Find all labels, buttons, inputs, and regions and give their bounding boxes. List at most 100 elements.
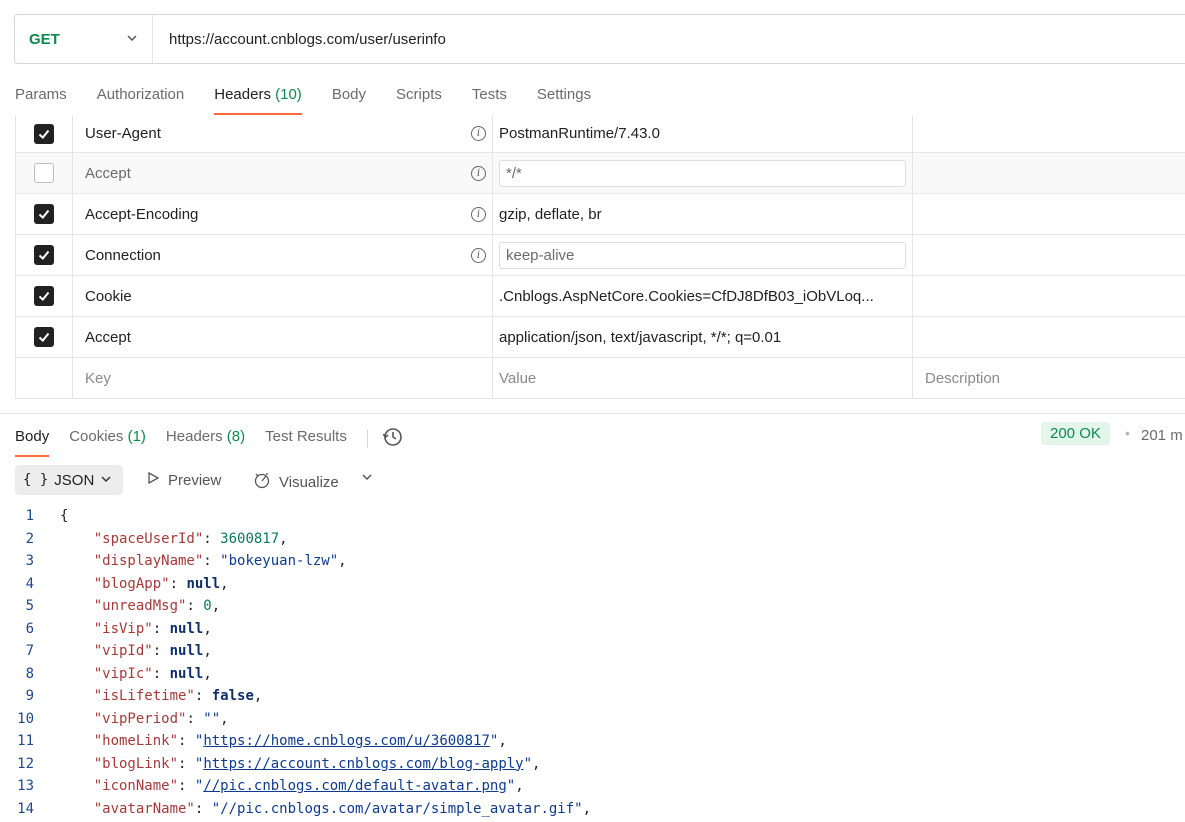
tab-response-cookies[interactable]: Cookies (1): [69, 428, 146, 457]
visualize-icon: [253, 471, 271, 493]
header-key[interactable]: Cookie: [85, 288, 132, 305]
header-row: Accept i */*: [16, 153, 1185, 194]
method-select[interactable]: GET: [15, 15, 153, 63]
chevron-down-icon: [126, 32, 138, 47]
line-number: 13: [17, 778, 34, 795]
tab-headers[interactable]: Headers (10): [214, 86, 302, 115]
header-checkbox[interactable]: [34, 327, 54, 347]
header-description[interactable]: [913, 276, 1185, 316]
code-line: 13 "iconName": "//pic.cnblogs.com/defaul…: [0, 775, 1185, 798]
url-input[interactable]: https://account.cnblogs.com/user/userinf…: [153, 31, 446, 48]
header-value[interactable]: */*: [499, 159, 906, 187]
code-line: 3 "displayName": "bokeyuan-lzw",: [0, 550, 1185, 573]
header-description[interactable]: [913, 153, 1185, 193]
header-description[interactable]: [913, 317, 1185, 357]
line-number: 14: [17, 800, 34, 817]
separator: [366, 430, 368, 448]
header-key[interactable]: Accept-Encoding: [85, 206, 198, 223]
play-icon: [146, 471, 160, 489]
response-time[interactable]: 201 m: [1141, 427, 1183, 444]
header-value[interactable]: .Cnblogs.AspNetCore.Cookies=CfDJ8DfB03_i…: [499, 288, 874, 305]
info-icon[interactable]: i: [471, 247, 486, 263]
header-checkbox[interactable]: [34, 163, 54, 183]
pane-divider[interactable]: [0, 413, 1185, 414]
history-icon[interactable]: [382, 426, 404, 452]
tab-response-body[interactable]: Body: [15, 428, 50, 457]
chevron-down-icon: [100, 472, 112, 489]
code-line: 14 "avatarName": "//pic.cnblogs.com/avat…: [0, 798, 1185, 821]
line-number: 9: [25, 688, 34, 705]
code-line: 9 "isLifetime": false,: [0, 685, 1185, 708]
header-description[interactable]: [913, 235, 1185, 275]
header-description[interactable]: [913, 194, 1185, 234]
info-icon[interactable]: i: [471, 206, 486, 222]
line-number: 11: [17, 733, 34, 750]
dot-separator: •: [1125, 425, 1130, 441]
tab-params[interactable]: Params: [15, 86, 67, 115]
new-key-input[interactable]: Key: [85, 370, 111, 387]
code-line: 2 "spaceUserId": 3600817,: [0, 528, 1185, 551]
request-tabs: Params Authorization Headers (10) Body S…: [15, 86, 621, 115]
line-number: 2: [25, 530, 34, 547]
info-icon[interactable]: i: [471, 126, 486, 141]
header-row: Accept application/json, text/javascript…: [16, 317, 1185, 358]
header-checkbox[interactable]: [34, 286, 54, 306]
method-label: GET: [29, 30, 60, 48]
home-link[interactable]: https://home.cnblogs.com/u/3600817: [203, 733, 490, 749]
status-badge[interactable]: 200 OK: [1041, 422, 1110, 445]
header-row: Connection i keep-alive: [16, 235, 1185, 276]
response-tabs: Body Cookies (1) Headers (8) Test Result…: [15, 426, 404, 458]
braces-icon: { }: [23, 472, 49, 488]
code-line: 11 "homeLink": " https://home.cnblogs.com…: [0, 730, 1185, 753]
code-line: 1{: [0, 505, 1185, 528]
header-checkbox[interactable]: [34, 123, 54, 144]
line-number: 3: [25, 553, 34, 570]
code-line: 7 "vipId": null,: [0, 640, 1185, 663]
line-number: 5: [25, 598, 34, 615]
header-value[interactable]: keep-alive: [499, 241, 906, 269]
icon-link[interactable]: //pic.cnblogs.com/default-avatar.png: [203, 778, 506, 794]
header-description[interactable]: [913, 115, 1185, 152]
line-number: 12: [17, 755, 34, 772]
header-value[interactable]: gzip, deflate, br: [499, 206, 602, 223]
tab-scripts[interactable]: Scripts: [396, 86, 442, 115]
new-description-input[interactable]: Description: [925, 370, 1000, 387]
header-value[interactable]: PostmanRuntime/7.43.0: [499, 125, 660, 142]
header-key[interactable]: Accept: [85, 329, 131, 346]
line-number: 4: [25, 575, 34, 592]
blog-link[interactable]: https://account.cnblogs.com/blog-apply: [203, 756, 523, 772]
code-line: 10 "vipPeriod": "",: [0, 708, 1185, 731]
tab-authorization[interactable]: Authorization: [97, 86, 185, 115]
info-icon[interactable]: i: [471, 165, 486, 181]
header-key[interactable]: User-Agent: [85, 125, 161, 142]
code-line: 12 "blogLink": " https://account.cnblogs.…: [0, 753, 1185, 776]
header-row: Accept-Encoding i gzip, deflate, br: [16, 194, 1185, 235]
tab-settings[interactable]: Settings: [537, 86, 591, 115]
header-checkbox[interactable]: [34, 204, 54, 224]
new-value-input[interactable]: Value: [499, 370, 536, 387]
tab-test-results[interactable]: Test Results: [265, 428, 347, 457]
tab-response-headers[interactable]: Headers (8): [166, 428, 245, 457]
preview-button[interactable]: Preview: [146, 471, 221, 489]
code-line: 6 "isVip": null,: [0, 618, 1185, 641]
headers-table: User-Agent i PostmanRuntime/7.43.0 Accept…: [15, 115, 1185, 399]
response-code-viewer[interactable]: 1{ 2 "spaceUserId": 3600817, 3 "displayN…: [0, 505, 1185, 820]
header-key[interactable]: Accept: [85, 165, 131, 182]
header-value[interactable]: application/json, text/javascript, */*; …: [499, 329, 781, 346]
code-line: 8 "vipIc": null,: [0, 663, 1185, 686]
visualize-chevron-icon[interactable]: [361, 471, 373, 486]
header-checkbox[interactable]: [34, 245, 54, 265]
format-select[interactable]: { } JSON: [15, 465, 123, 495]
code-line: 4 "blogApp": null,: [0, 573, 1185, 596]
tab-body[interactable]: Body: [332, 86, 366, 115]
line-number: 10: [17, 710, 34, 727]
line-number: 7: [25, 643, 34, 660]
tab-tests[interactable]: Tests: [472, 86, 507, 115]
header-row: Cookie .Cnblogs.AspNetCore.Cookies=CfDJ8…: [16, 276, 1185, 317]
request-url-bar: GET https://account.cnblogs.com/user/use…: [14, 14, 1185, 64]
header-key[interactable]: Connection: [85, 247, 161, 264]
visualize-button[interactable]: Visualize: [253, 471, 339, 493]
code-line: 5 "unreadMsg": 0,: [0, 595, 1185, 618]
line-number: 1: [25, 508, 34, 525]
format-label: JSON: [54, 471, 95, 489]
